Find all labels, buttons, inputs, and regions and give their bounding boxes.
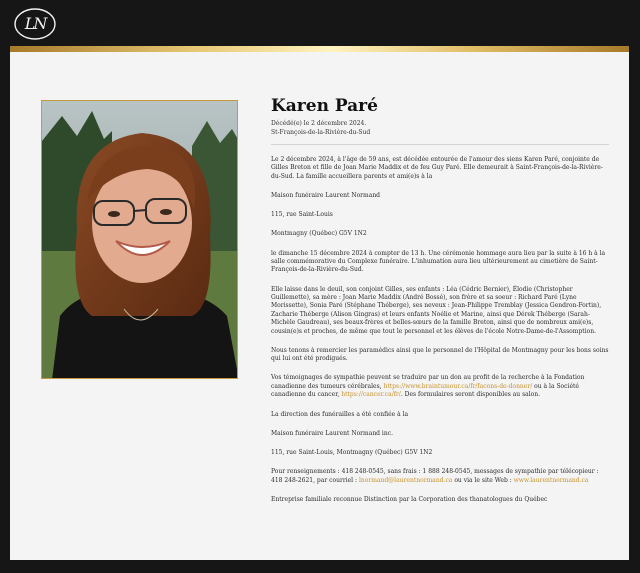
- paragraph-contact: Pour renseignements : 418 248-0545, sans…: [271, 468, 609, 485]
- page-footer: [0, 560, 640, 573]
- paragraph-donations: Vos témoignages de sympathie peuvent se …: [271, 374, 609, 399]
- obituary-text: Le 2 décembre 2024, à l'âge de 59 ans, e…: [271, 156, 609, 515]
- paragraph-intro: Le 2 décembre 2024, à l'âge de 59 ans, e…: [271, 156, 603, 180]
- cancer-link[interactable]: https://cancer.ca/fr/: [341, 391, 401, 398]
- paragraph-funeral-home: Maison funéraire Laurent Normand inc.: [271, 429, 393, 437]
- death-date: Décédé(e) le 2 décembre 2024.: [271, 120, 367, 127]
- braintumour-link[interactable]: https://www.braintumour.ca/fr/facons-de-…: [383, 383, 532, 390]
- paragraph-venue: Maison funéraire Laurent Normand: [271, 192, 381, 200]
- contact-text-b: ou via le site Web :: [454, 476, 512, 484]
- paragraph-funeral-address: 115, rue Saint-Louis, Montmagny (Québec)…: [271, 448, 433, 456]
- paragraph-address: 115, rue Saint-Louis: [271, 211, 333, 219]
- donations-text-c: . Des formulaires seront disponibles au …: [400, 391, 541, 399]
- site-header: LN: [0, 0, 640, 46]
- paragraph-ceremony: le dimanche 15 décembre 2024 à compter d…: [271, 249, 606, 274]
- paragraph-distinction: Entreprise familiale reconnue Distinctio…: [271, 495, 548, 503]
- site-logo[interactable]: LN: [13, 7, 57, 41]
- deceased-name: Karen Paré: [271, 96, 378, 116]
- email-link[interactable]: lnormand@laurentnormand.ca: [359, 477, 452, 484]
- website-link[interactable]: www.laurentnormand.ca: [514, 477, 589, 484]
- paragraph-city: Montmagny (Québec) G5V 1N2: [271, 230, 367, 238]
- paragraph-thanks: Nous tenons à remercier les paramédics a…: [271, 346, 609, 363]
- portrait-photo: [41, 100, 238, 379]
- paragraph-direction: La direction des funérailles a été confi…: [271, 410, 409, 418]
- title-divider: [271, 144, 609, 145]
- logo-text: LN: [24, 14, 48, 33]
- paragraph-family: Elle laisse dans le deuil, son conjoint …: [271, 285, 602, 335]
- location: St-François-de-la-Rivière-du-Sud: [271, 129, 371, 136]
